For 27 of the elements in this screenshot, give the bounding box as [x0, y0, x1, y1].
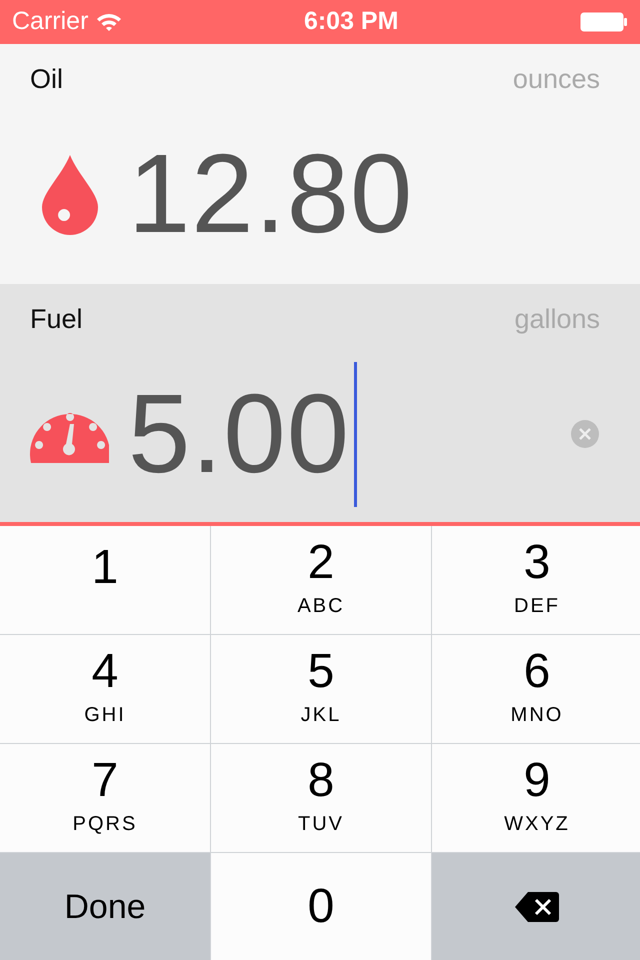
- key-button[interactable]: 0: [211, 853, 431, 960]
- delete-button[interactable]: [432, 853, 640, 960]
- key-button[interactable]: 7 PQRS: [0, 744, 210, 852]
- key-button[interactable]: 1: [0, 526, 210, 634]
- unit-label: ounces: [512, 62, 600, 96]
- field-label: Fuel: [30, 302, 83, 336]
- done-button[interactable]: Done: [0, 853, 210, 960]
- key-button[interactable]: 6 MNO: [432, 635, 640, 743]
- wifi-icon: [96, 12, 122, 32]
- key-button[interactable]: 8 TUV: [211, 744, 431, 852]
- unit-label: gallons: [514, 302, 600, 336]
- clear-icon: [570, 419, 600, 449]
- key-button[interactable]: 2 ABC: [211, 526, 431, 634]
- key-button[interactable]: 9 WXYZ: [432, 744, 640, 852]
- status-time: 6:03 PM: [304, 6, 398, 38]
- carrier-name: Carrier: [12, 6, 88, 38]
- value-text: 12.80: [128, 138, 414, 250]
- drop-icon: [40, 153, 100, 235]
- key-button[interactable]: 4 GHI: [0, 635, 210, 743]
- field-label: Oil: [30, 62, 63, 96]
- battery-icon: [580, 12, 628, 32]
- field-panel[interactable]: Oil ounces 12.80: [0, 44, 640, 284]
- value-text: 5.00: [128, 378, 350, 490]
- key-button[interactable]: 5 JKL: [211, 635, 431, 743]
- backspace-icon: [514, 891, 560, 923]
- key-button[interactable]: 3 DEF: [432, 526, 640, 634]
- field-panel[interactable]: Fuel gallons 5.00: [0, 284, 640, 522]
